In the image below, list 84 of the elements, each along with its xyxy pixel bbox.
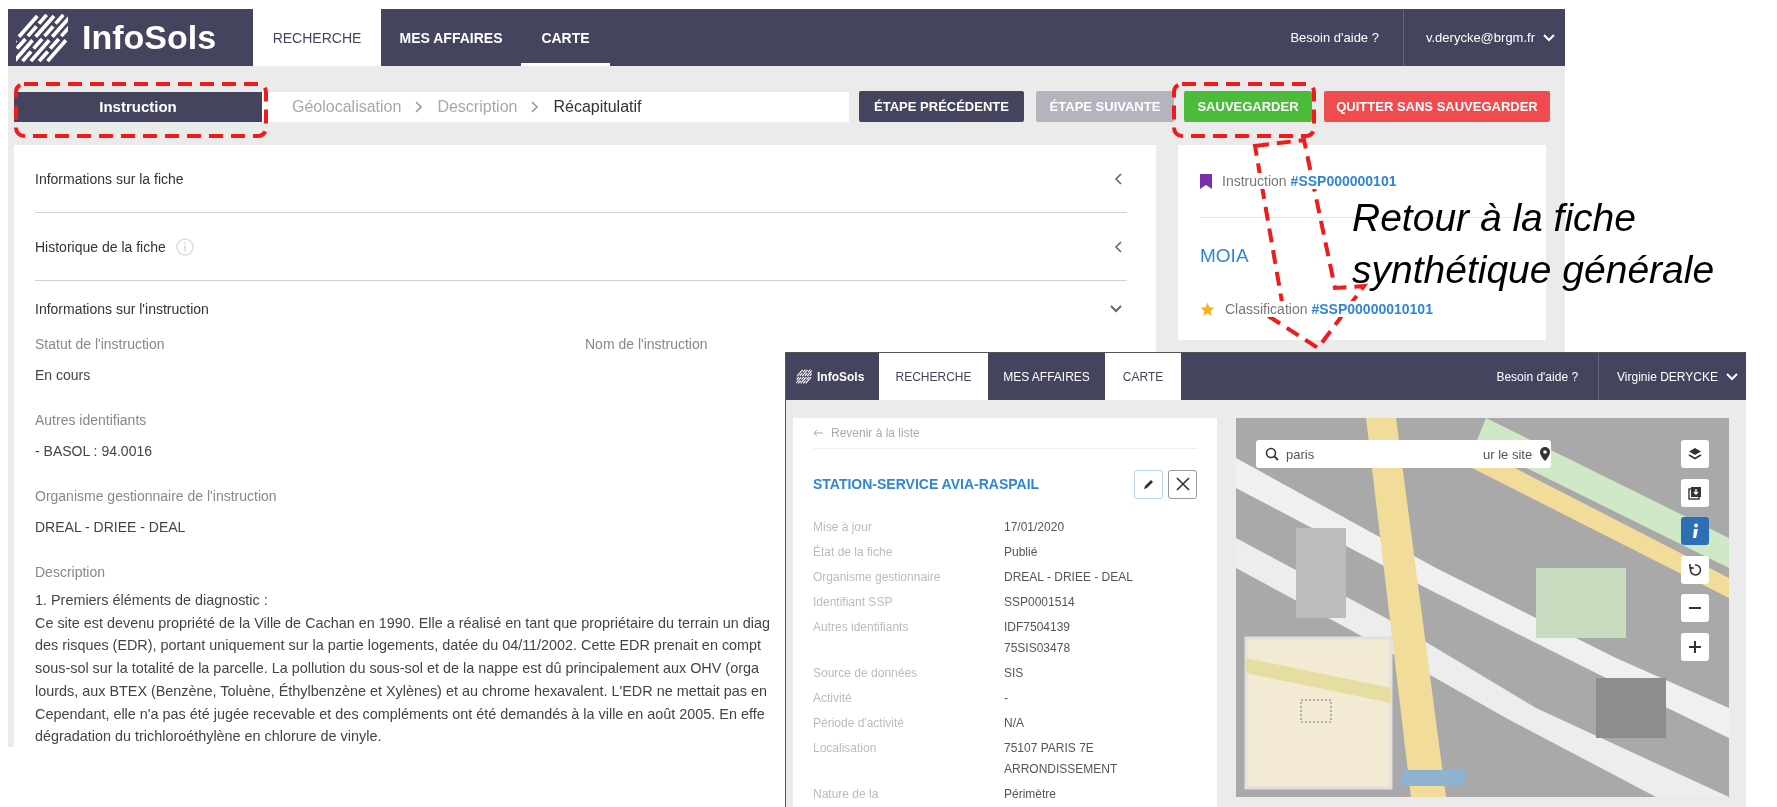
help-link[interactable]: Besoin d'aide ?	[1266, 30, 1403, 45]
site-name: MOIA	[1200, 245, 1249, 267]
accordion-header[interactable]: Historique de la fiche	[35, 213, 1127, 281]
help-link[interactable]: Besoin d'aide ?	[1476, 369, 1599, 384]
edit-button[interactable]	[1134, 469, 1163, 499]
map-tool-button[interactable]	[1681, 632, 1709, 661]
star-icon	[1200, 301, 1215, 317]
field-label: Autres identifiants	[35, 411, 147, 430]
field-label: Activité	[813, 691, 852, 705]
user-menu[interactable]: Virginie DERYCKE	[1599, 353, 1746, 400]
close-button[interactable]	[1168, 469, 1197, 499]
site-title: STATION-SERVICE AVIA-RASPAIL	[813, 476, 1041, 492]
field-label: Nom de l'instruction	[585, 335, 708, 354]
info-icon	[1691, 523, 1699, 539]
field-label: Statut de l'instruction	[35, 335, 165, 354]
field-value: En cours	[35, 366, 91, 385]
breadcrumb-step[interactable]: Récapitulatif	[553, 97, 642, 116]
reference-link[interactable]: #SSP000000101	[1290, 173, 1397, 189]
field-value: -	[1004, 690, 1009, 707]
field-value: N/A	[1004, 715, 1025, 732]
map-tool-button[interactable]	[1681, 478, 1709, 507]
search-icon	[1265, 447, 1279, 461]
action-button[interactable]: ÉTAPE PRÉCÉDENTE	[859, 91, 1024, 122]
chevron-right-icon	[531, 100, 540, 113]
chevron-down-icon	[1543, 33, 1555, 42]
export-icon	[1688, 485, 1702, 500]
reference-link[interactable]: #SSP00000010101	[1311, 301, 1433, 317]
field-value: Publié	[1004, 544, 1039, 561]
nav-tab[interactable]: CARTE	[1105, 353, 1181, 400]
nav-tab[interactable]: RECHERCHE	[879, 353, 988, 400]
pencil-icon	[1142, 478, 1155, 490]
field-label: Autres identifiants	[813, 620, 909, 634]
field-value: 75SIS03478	[1004, 640, 1072, 657]
field-label: Source de données	[813, 666, 918, 680]
field-label: Période d'activité	[813, 716, 904, 730]
field-label: Organisme gestionnaire	[813, 570, 941, 584]
map-tool-button[interactable]	[1681, 440, 1709, 468]
field-value: IDF7504139	[1004, 619, 1072, 636]
chevron-down-icon	[1110, 305, 1122, 313]
rotate-icon	[1688, 562, 1702, 577]
accordion-header[interactable]: Informations sur la fiche	[35, 145, 1127, 213]
nav-tab[interactable]: RECHERCHE	[253, 9, 381, 66]
field-value: DREAL - DRIEE - DEAL	[1004, 569, 1134, 586]
summary-label: Classification	[1225, 301, 1308, 317]
field-value: DREAL - DRIEE - DEAL	[35, 518, 186, 537]
chevron-down-icon	[1726, 372, 1738, 381]
accordion-header[interactable]: Informations sur l'instruction	[35, 281, 1127, 333]
field-value: Périmètre	[1004, 786, 1057, 803]
field-label: Identifiant SSP	[813, 595, 893, 609]
annotation-text: Retour à la fiche synthétique générale	[1352, 195, 1716, 293]
search-field[interactable]: paris	[1256, 440, 1481, 468]
field-value: 17/01/2020	[1004, 519, 1066, 536]
map-tool-button[interactable]	[1681, 594, 1709, 622]
arrow-left-icon	[813, 429, 823, 437]
chevron-left-icon	[1114, 240, 1122, 253]
action-button[interactable]: QUITTER SANS SAUVEGARDER	[1324, 91, 1550, 122]
field-value: SSP0001514	[1004, 594, 1076, 611]
chevron-right-icon	[415, 100, 424, 113]
layers-icon	[1688, 447, 1702, 461]
field-value: - BASOL : 94.0016	[35, 442, 152, 461]
field-label: État de la fiche	[813, 545, 893, 559]
close-icon	[1175, 477, 1190, 491]
field-label: Mise à jour	[813, 520, 872, 534]
logo-icon	[796, 369, 812, 384]
field-label: Localisation	[813, 741, 877, 755]
chevron-left-icon	[1114, 172, 1122, 185]
field-label: Organisme gestionnaire de l'instruction	[35, 487, 277, 506]
description-text: 1. Premiers éléments de diagnostic : Ce site est devenu propriété de la Ville de Cachan en 1990. Elle a réalisé en tant que propriétaire du terrain un diag des risques (EDR), portant uniquement sur la partie logements, datée du 04/11/2002. Cette EDR prenait en compt sous-sol sur la totalité de la parcelle. La pollution du sous-sol et de la nappe est dû principalement aux OHV (orga lourds, aux BTEX (Benzène, Toluène, Éthylbenzène et Xylènes) et au chrome hexavalent. L'EDR ne mettait pas en Cependant, elle n'a pas été jugée recevable et des compléments ont été demandés à la ville en août 2005. En effe dégradation du trichloroéthylène en chlorure de vinyle.	[35, 591, 770, 747]
logo-text: InfoSols	[82, 18, 217, 57]
field-value: 75107 PARIS 7E	[1004, 740, 1095, 757]
logo-text: InfoSols	[817, 369, 865, 384]
stage-label: Instruction	[14, 91, 262, 122]
user-menu[interactable]: v.derycke@brgm.fr	[1403, 9, 1565, 66]
map-tool-button[interactable]	[1681, 555, 1709, 584]
plus-icon	[1688, 639, 1702, 654]
field-label: Description	[35, 563, 106, 582]
summary-label: Instruction	[1222, 173, 1287, 189]
locate-button[interactable]: ur le site	[1481, 440, 1551, 468]
pin-icon	[1540, 447, 1551, 461]
logo-icon	[14, 12, 70, 63]
field-label: Nature de la	[813, 787, 879, 801]
field-value: ARRONDISSEMENT	[1004, 761, 1119, 778]
field-value: SIS	[1004, 665, 1025, 682]
bookmark-icon	[1200, 173, 1212, 189]
